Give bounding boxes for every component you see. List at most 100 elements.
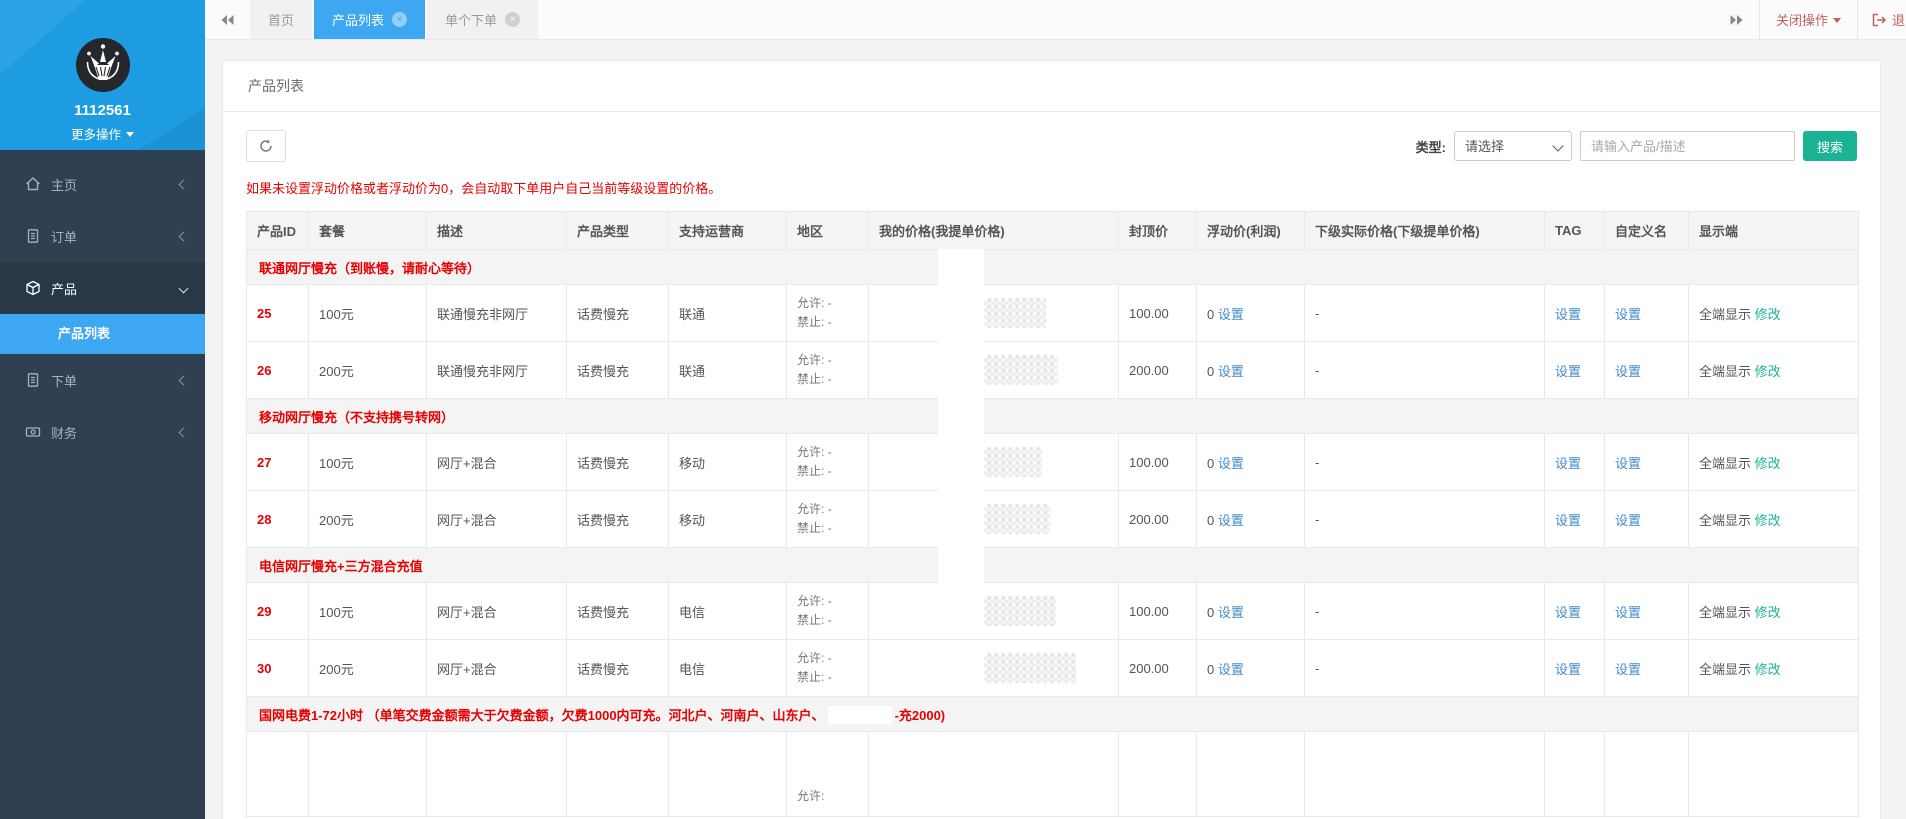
cell-region: 允许: - 禁止: -	[786, 341, 869, 399]
cell-cap-price: 200.00	[1118, 639, 1197, 697]
search-button[interactable]: 搜索	[1802, 131, 1857, 161]
display-modify-link[interactable]: 修改	[1755, 605, 1781, 620]
region-forbid: 禁止: -	[797, 521, 832, 535]
sidebar-item-finance[interactable]: 财务	[0, 406, 205, 458]
cell-cap-price: 200.00	[1118, 341, 1197, 399]
censored-price	[984, 447, 1042, 477]
cell-my-price	[868, 582, 1119, 640]
custom-name-set-link[interactable]: 设置	[1615, 605, 1641, 620]
float-price-set-link[interactable]: 设置	[1218, 513, 1244, 528]
float-price-set-link[interactable]: 设置	[1218, 456, 1244, 471]
column-header-11: 自定义名	[1604, 211, 1689, 250]
refresh-icon	[260, 139, 272, 152]
display-modify-link[interactable]: 修改	[1755, 513, 1781, 528]
logout-button[interactable]: 退出	[1858, 10, 1906, 29]
float-price-set-link[interactable]: 设置	[1218, 662, 1244, 677]
partial-cell	[1544, 731, 1605, 817]
tag-set-link[interactable]: 设置	[1555, 364, 1581, 379]
cell-float-price: 0 设置	[1196, 582, 1305, 640]
custom-name-set-link[interactable]: 设置	[1615, 513, 1641, 528]
custom-name-set-link[interactable]: 设置	[1615, 307, 1641, 322]
cell-display-side: 全端显示 修改	[1688, 490, 1859, 548]
sidebar-subitem-label: 产品列表	[58, 326, 111, 341]
float-price-set-link[interactable]: 设置	[1218, 364, 1244, 379]
cell-my-price	[868, 639, 1119, 697]
double-chevron-left-icon	[221, 14, 234, 25]
type-select[interactable]: 请选择	[1453, 131, 1572, 161]
float-price-set-link[interactable]: 设置	[1218, 605, 1244, 620]
tabs-scroll-left-button[interactable]	[205, 0, 250, 39]
display-modify-link[interactable]: 修改	[1755, 456, 1781, 471]
cell-plan: 100元	[308, 284, 427, 342]
display-modify-link[interactable]: 修改	[1755, 307, 1781, 322]
cell-float-price: 0 设置	[1196, 284, 1305, 342]
sidebar-subitem-product-list[interactable]: 产品列表	[0, 314, 205, 354]
tag-set-link[interactable]: 设置	[1555, 605, 1581, 620]
refresh-button[interactable]	[246, 130, 286, 162]
region-allow: 允许: -	[797, 296, 832, 311]
cell-tag: 设置	[1544, 341, 1605, 399]
cell-product-id: 27	[246, 433, 309, 491]
custom-name-set-link[interactable]: 设置	[1615, 456, 1641, 471]
cell-cap-price: 100.00	[1118, 582, 1197, 640]
search-input[interactable]	[1579, 131, 1795, 161]
censored-price	[984, 355, 1058, 385]
cell-region: 允许: - 禁止: -	[786, 284, 869, 342]
tag-set-link[interactable]: 设置	[1555, 662, 1581, 677]
sidebar-item-products[interactable]: 产品	[0, 262, 205, 314]
tag-set-link[interactable]: 设置	[1555, 307, 1581, 322]
cell-tag: 设置	[1544, 433, 1605, 491]
censored-price	[984, 653, 1076, 683]
tab-home[interactable]: 首页	[250, 0, 313, 39]
partial-cell	[1304, 731, 1545, 817]
tag-set-link[interactable]: 设置	[1555, 513, 1581, 528]
cell-display-side: 全端显示 修改	[1688, 433, 1859, 491]
sidebar-menu: 主页 订单 产品 产品列表 下单 财务	[0, 150, 205, 458]
custom-name-set-link[interactable]: 设置	[1615, 364, 1641, 379]
cell-float-price: 0 设置	[1196, 341, 1305, 399]
cell-custom-name: 设置	[1604, 284, 1689, 342]
cell-sub-price: -	[1304, 433, 1545, 491]
cell-display-side: 全端显示 修改	[1688, 582, 1859, 640]
tab-close-icon[interactable]: ×	[505, 12, 521, 27]
cell-region: 允许: - 禁止: -	[786, 639, 869, 697]
sidebar-item-home[interactable]: 主页	[0, 158, 205, 210]
display-modify-link[interactable]: 修改	[1755, 662, 1781, 677]
sidebar-item-orders[interactable]: 订单	[0, 210, 205, 262]
filter-group: 类型: 请选择 搜索	[1416, 131, 1857, 161]
close-actions-dropdown[interactable]: 关闭操作	[1760, 10, 1857, 29]
tab-close-icon[interactable]: ×	[392, 12, 408, 27]
cell-display-side: 全端显示 修改	[1688, 284, 1859, 342]
display-modify-link[interactable]: 修改	[1755, 364, 1781, 379]
column-header-5: 地区	[786, 211, 869, 250]
float-price-set-link[interactable]: 设置	[1218, 307, 1244, 322]
cell-plan: 200元	[308, 341, 427, 399]
more-actions-dropdown[interactable]: 更多操作	[0, 124, 205, 143]
cell-float-price: 0 设置	[1196, 639, 1305, 697]
partial-cell	[1118, 731, 1197, 817]
tab-product-list[interactable]: 产品列表 ×	[314, 0, 426, 39]
cell-carrier: 联通	[668, 341, 787, 399]
tag-set-link[interactable]: 设置	[1555, 456, 1581, 471]
custom-name-set-link[interactable]: 设置	[1615, 662, 1641, 677]
tabs-scroll-right-button[interactable]	[1714, 14, 1759, 26]
cell-float-price: 0 设置	[1196, 433, 1305, 491]
cell-sub-price: -	[1304, 284, 1545, 342]
partial-region-allow: 允许:	[786, 731, 869, 817]
file-icon	[27, 229, 39, 243]
sidebar-item-label: 产品	[51, 281, 78, 297]
cell-product-id: 26	[246, 341, 309, 399]
caret-down-icon	[1832, 18, 1841, 23]
close-actions-label: 关闭操作	[1775, 13, 1828, 28]
cell-region: 允许: - 禁止: -	[786, 582, 869, 640]
partial-cell	[308, 731, 427, 817]
cell-custom-name: 设置	[1604, 639, 1689, 697]
cell-my-price	[868, 284, 1119, 342]
partial-cell	[1604, 731, 1689, 817]
money-icon	[25, 427, 41, 437]
cell-custom-name: 设置	[1604, 433, 1689, 491]
sidebar-item-place-order[interactable]: 下单	[0, 354, 205, 406]
cell-custom-name: 设置	[1604, 341, 1689, 399]
chevron-left-icon	[178, 179, 189, 189]
tab-single-order[interactable]: 单个下单 ×	[427, 0, 539, 39]
